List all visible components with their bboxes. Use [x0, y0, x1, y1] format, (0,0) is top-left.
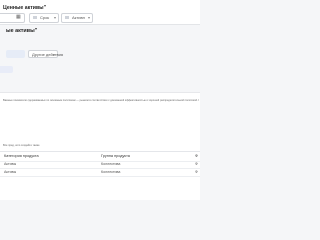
page-title: ые активы" — [6, 28, 38, 34]
selected-chip[interactable] — [0, 66, 13, 73]
flag-icon — [65, 16, 69, 20]
chevron-down-icon: ▾ — [53, 15, 56, 20]
filter-period-label: Срок — [40, 15, 50, 20]
cell-third: Ф — [195, 162, 198, 166]
toolbar-title: Ценные активы" — [3, 5, 47, 11]
cell-category: Активы — [4, 170, 17, 174]
tab-other-actions-label: Другие действия — [32, 52, 64, 57]
cell-group: Коллектива — [101, 162, 121, 166]
description-text: Важные показатели сдерживаемых по основн… — [3, 99, 199, 102]
cell-category: Активы — [4, 162, 17, 166]
table-row[interactable]: Активы Коллектива Ф — [0, 168, 200, 177]
flag-icon — [33, 16, 37, 20]
calendar-icon: ▦ — [16, 14, 21, 20]
chevron-down-icon: ▾ — [52, 52, 55, 57]
cell-group: Коллектива — [101, 170, 121, 174]
cell-third: Ф — [195, 170, 198, 174]
filter-period[interactable]: Срок ▾ — [29, 13, 59, 23]
description-card: Важные показатели сдерживаемых по основн… — [0, 92, 200, 146]
top-toolbar: Ценные активы" ▦ Срок ▾ Активн ▾ — [0, 0, 200, 25]
chevron-down-icon: ▾ — [87, 15, 90, 20]
tab-main[interactable] — [6, 50, 25, 58]
filter-status-label: Активн — [72, 15, 85, 20]
products-table: Все пред, кого создайте также Категория … — [0, 142, 200, 200]
table-caption: Все пред, кого создайте также — [3, 144, 40, 147]
filter-status[interactable]: Активн ▾ — [61, 13, 93, 23]
date-picker[interactable]: ▦ — [0, 13, 25, 23]
tab-other-actions[interactable]: Другие действия ▾ — [28, 50, 63, 58]
